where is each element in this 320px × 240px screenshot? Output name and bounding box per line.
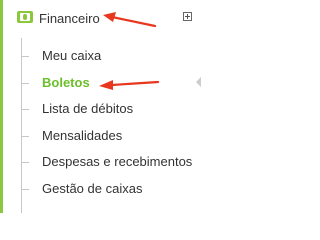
submenu-item-label: Boletos [42, 74, 90, 90]
sidebar-menu: Financeiro Meu caixa Boletos Lista de dé… [0, 0, 201, 213]
submenu-item-label: Mensalidades [42, 127, 123, 143]
submenu-item-despesas-e-recebimentos[interactable]: Despesas e recebimentos [3, 148, 201, 175]
expand-plus-icon[interactable] [183, 12, 192, 21]
money-icon [17, 11, 33, 23]
submenu-item-gestao-de-caixas[interactable]: Gestão de caixas [3, 175, 201, 202]
submenu-item-label: Lista de débitos [42, 101, 134, 116]
submenu-item-lista-de-debitos[interactable]: Lista de débitos [3, 95, 201, 122]
submenu-item-label: Meu caixa [42, 48, 102, 63]
submenu-item-label: Gestão de caixas [42, 180, 143, 196]
submenu-list: Meu caixa Boletos Lista de débitos Mensa… [3, 42, 201, 201]
submenu-item-boletos[interactable]: Boletos [3, 69, 201, 96]
submenu-item-mensalidades[interactable]: Mensalidades [3, 122, 201, 149]
menu-group-financeiro[interactable]: Financeiro [3, 0, 201, 38]
active-caret-icon [196, 76, 201, 87]
submenu-item-label: Despesas e recebimentos [42, 154, 193, 169]
money-coin [23, 14, 27, 20]
menu-group-label: Financeiro [39, 11, 100, 26]
submenu-item-meu-caixa[interactable]: Meu caixa [3, 42, 201, 69]
